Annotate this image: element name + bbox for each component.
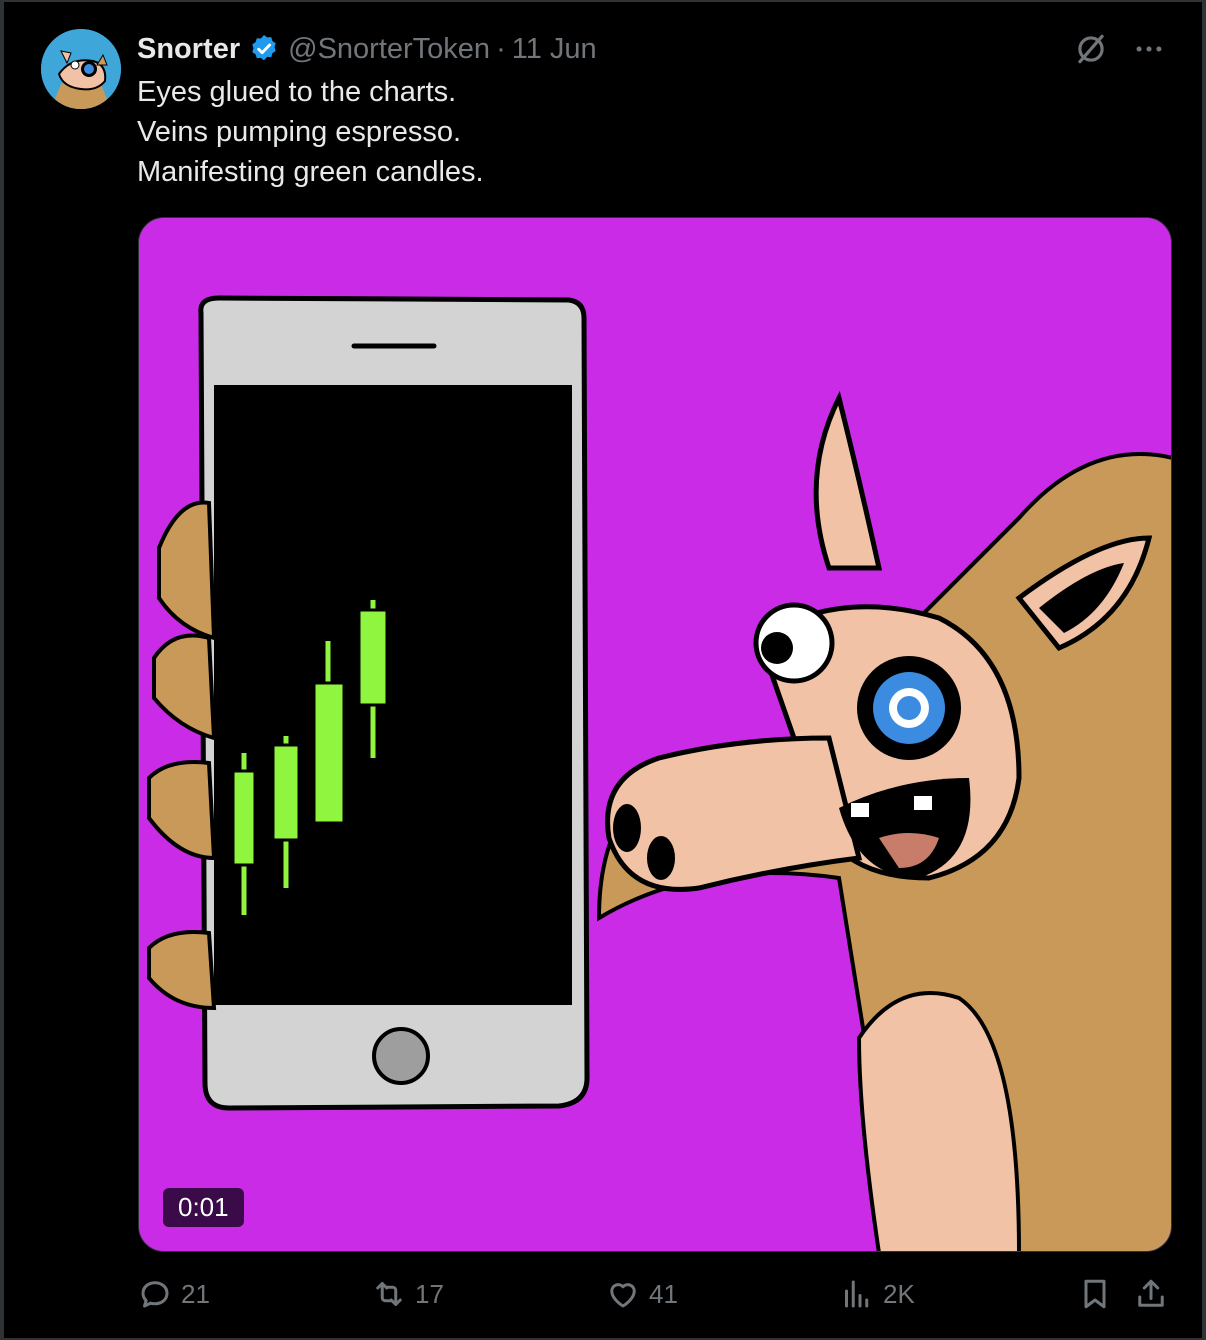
- tweet-top-actions: [1072, 30, 1166, 73]
- more-icon[interactable]: [1132, 32, 1166, 71]
- separator-dot: ·: [496, 32, 506, 65]
- bookmark-icon: [1084, 1279, 1106, 1309]
- author-handle[interactable]: @SnorterToken: [288, 33, 490, 66]
- post-date[interactable]: 11 Jun: [512, 33, 597, 66]
- reply-icon: [141, 1281, 169, 1308]
- grok-icon[interactable]: [1072, 30, 1110, 73]
- tweet-text: Eyes glued to the charts. Veins pumping …: [137, 72, 484, 192]
- views-button[interactable]: 2K: [839, 1276, 915, 1312]
- retweet-button[interactable]: 17: [371, 1276, 444, 1312]
- retweet-count: 17: [415, 1278, 444, 1309]
- views-icon: [845, 1280, 869, 1308]
- tweet-card[interactable]: Snorter @SnorterToken · 11 Jun Eyes glue…: [0, 0, 1206, 1340]
- verified-badge-icon: [248, 33, 280, 65]
- reply-count: 21: [181, 1278, 210, 1309]
- like-icon: [610, 1283, 636, 1308]
- tweet-header: Snorter @SnorterToken · 11 Jun: [137, 29, 597, 69]
- like-count: 41: [649, 1278, 678, 1309]
- retweet-icon: [376, 1282, 402, 1306]
- reply-button[interactable]: 21: [137, 1276, 210, 1312]
- tweet-text-line: Manifesting green candles.: [137, 156, 484, 188]
- author-name[interactable]: Snorter: [137, 33, 240, 66]
- video-frame-illustration: [139, 218, 1171, 1251]
- tweet-text-line: Eyes glued to the charts.: [137, 76, 457, 108]
- share-button[interactable]: [1133, 1276, 1169, 1312]
- avatar[interactable]: [41, 29, 121, 109]
- video-player[interactable]: 0:01: [138, 217, 1172, 1252]
- bookmark-button[interactable]: [1077, 1276, 1113, 1312]
- tweet-actions: 21 17 41 2K: [137, 1276, 1172, 1320]
- video-timecode: 0:01: [163, 1188, 244, 1227]
- share-icon: [1138, 1279, 1164, 1307]
- tweet-text-line: Veins pumping espresso.: [137, 116, 462, 148]
- views-count: 2K: [883, 1278, 915, 1309]
- like-button[interactable]: 41: [605, 1276, 678, 1312]
